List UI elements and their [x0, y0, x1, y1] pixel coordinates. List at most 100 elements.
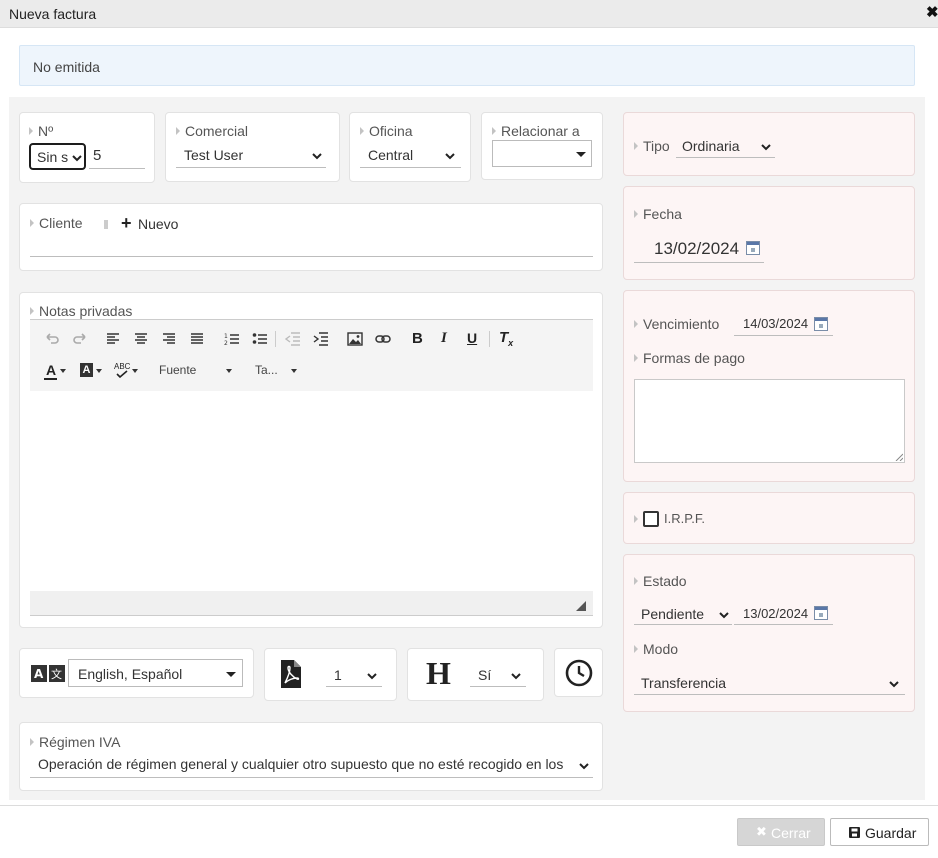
chevron-down-icon	[445, 153, 455, 160]
cerrar-button[interactable]: ✖ Cerrar	[737, 818, 825, 846]
irpf-checkbox[interactable]	[643, 511, 659, 527]
serie-select[interactable]: Sin s	[29, 143, 86, 170]
pdf-icon	[281, 660, 301, 688]
modo-label: Modo	[634, 641, 678, 657]
redo-icon[interactable]	[72, 332, 88, 346]
spellcheck-button[interactable]: ABC	[114, 362, 140, 380]
guardar-button[interactable]: Guardar	[830, 818, 929, 846]
svg-text:文: 文	[51, 667, 62, 681]
calendar-icon[interactable]	[814, 606, 828, 620]
comercial-card: Comercial Test User	[165, 112, 340, 182]
caret-down-icon	[96, 369, 102, 373]
chevron-down-icon	[511, 673, 521, 680]
relacionar-select[interactable]	[492, 140, 592, 167]
history-button[interactable]	[554, 648, 603, 697]
numero-input[interactable]: 5	[89, 143, 145, 169]
clear-format-icon[interactable]: Tx	[499, 329, 513, 348]
estado-select[interactable]: Pendiente	[634, 601, 732, 625]
irpf-card: I.R.P.F.	[623, 492, 915, 544]
close-icon[interactable]: ✖	[926, 5, 938, 21]
regimen-label: Régimen IVA	[30, 734, 120, 750]
numero-card: Nº Sin s 5	[19, 112, 155, 183]
image-icon[interactable]	[347, 332, 363, 346]
tipo-label: Tipo	[634, 138, 670, 154]
align-left-icon[interactable]	[106, 333, 120, 345]
svg-text:A: A	[34, 667, 44, 681]
font-size-select[interactable]: Ta...	[254, 363, 300, 379]
vencimiento-card: Vencimiento 14/03/2024 Formas de pago	[623, 290, 915, 482]
estado-date-input[interactable]: 13/02/2024	[734, 601, 833, 625]
comercial-label: Comercial	[176, 123, 248, 139]
estado-label: Estado	[634, 573, 687, 589]
underline-icon[interactable]: U	[467, 330, 477, 346]
chevron-down-icon	[579, 763, 589, 770]
fecha-card: Fecha 13/02/2024	[623, 186, 915, 280]
outdent-icon[interactable]	[285, 332, 301, 346]
align-justify-icon[interactable]	[190, 333, 204, 345]
caret-down-icon	[226, 672, 236, 677]
resize-handle-icon[interactable]	[895, 453, 903, 461]
numbered-list-icon[interactable]: 12	[224, 332, 240, 346]
oficina-select[interactable]: Central	[360, 143, 461, 168]
chevron-down-icon	[719, 612, 729, 619]
link-icon[interactable]	[375, 333, 391, 345]
notas-label: Notas privadas	[30, 303, 132, 319]
fecha-label: Fecha	[634, 206, 682, 222]
chevron-down-icon	[889, 681, 899, 688]
chevron-down-icon	[312, 153, 322, 160]
oficina-label: Oficina	[360, 123, 413, 139]
bg-color-button[interactable]: A	[80, 362, 104, 380]
italic-icon[interactable]: I	[441, 330, 447, 347]
window-title: Nueva factura	[9, 6, 97, 22]
estado-card: Estado Pendiente 13/02/2024 Modo Transfe…	[623, 554, 915, 712]
calendar-icon[interactable]	[746, 241, 760, 255]
calendar-icon[interactable]	[814, 317, 828, 331]
font-family-select[interactable]: Fuente	[158, 363, 234, 379]
chevron-down-icon	[72, 155, 82, 162]
cliente-card: Cliente + Nuevo	[19, 203, 603, 271]
window-titlebar: Nueva factura ✖	[0, 0, 938, 28]
text-color-button[interactable]: A	[44, 362, 68, 380]
pdf-card: 1	[264, 648, 397, 701]
pdf-copies-select[interactable]: 1	[326, 661, 382, 687]
relacionar-label: Relacionar a	[492, 123, 580, 139]
align-center-icon[interactable]	[134, 333, 148, 345]
language-card: A文 English, Español	[19, 648, 254, 698]
language-select[interactable]: English, Español	[68, 659, 243, 687]
undo-icon[interactable]	[44, 332, 60, 346]
header-select[interactable]: Sí	[470, 661, 526, 687]
cliente-label: Cliente	[30, 215, 83, 231]
tipo-select[interactable]: Ordinaria	[676, 134, 775, 158]
formas-pago-label: Formas de pago	[634, 350, 745, 366]
drag-handle	[104, 220, 108, 229]
oficina-card: Oficina Central	[349, 112, 471, 182]
bold-icon[interactable]: B	[412, 330, 423, 347]
resize-handle-icon[interactable]	[576, 601, 586, 611]
translate-icon: A文	[31, 665, 65, 682]
modo-select[interactable]: Transferencia	[634, 669, 905, 695]
heading-icon: H	[426, 655, 451, 691]
notas-editor-area[interactable]	[30, 391, 593, 591]
regimen-card: Régimen IVA Operación de régimen general…	[19, 722, 603, 791]
tipo-card: Tipo Ordinaria	[623, 112, 915, 176]
fecha-input[interactable]: 13/02/2024	[634, 235, 764, 263]
comercial-select[interactable]: Test User	[176, 143, 326, 168]
editor-toolbar: 12 B I U Tx A A ABC Fuente Ta...	[30, 320, 593, 391]
vencimiento-input[interactable]: 14/03/2024	[734, 312, 833, 336]
formas-pago-textarea[interactable]	[634, 379, 905, 463]
vencimiento-label: Vencimiento	[634, 316, 719, 332]
relacionar-card: Relacionar a	[481, 112, 603, 180]
status-notice: No emitida	[19, 45, 915, 86]
caret-down-icon	[132, 369, 138, 373]
cliente-input[interactable]	[30, 238, 593, 257]
notas-card: Notas privadas 12 B I U Tx A A ABC Fuent…	[19, 292, 603, 628]
close-icon: ✖	[756, 824, 767, 839]
bullet-list-icon[interactable]	[252, 332, 268, 346]
indent-icon[interactable]	[313, 332, 329, 346]
caret-down-icon	[576, 152, 586, 157]
regimen-select[interactable]: Operación de régimen general y cualquier…	[30, 753, 593, 778]
header-card: H Sí	[407, 648, 544, 701]
chevron-down-icon	[367, 673, 377, 680]
align-right-icon[interactable]	[162, 333, 176, 345]
numero-label: Nº	[29, 123, 53, 139]
